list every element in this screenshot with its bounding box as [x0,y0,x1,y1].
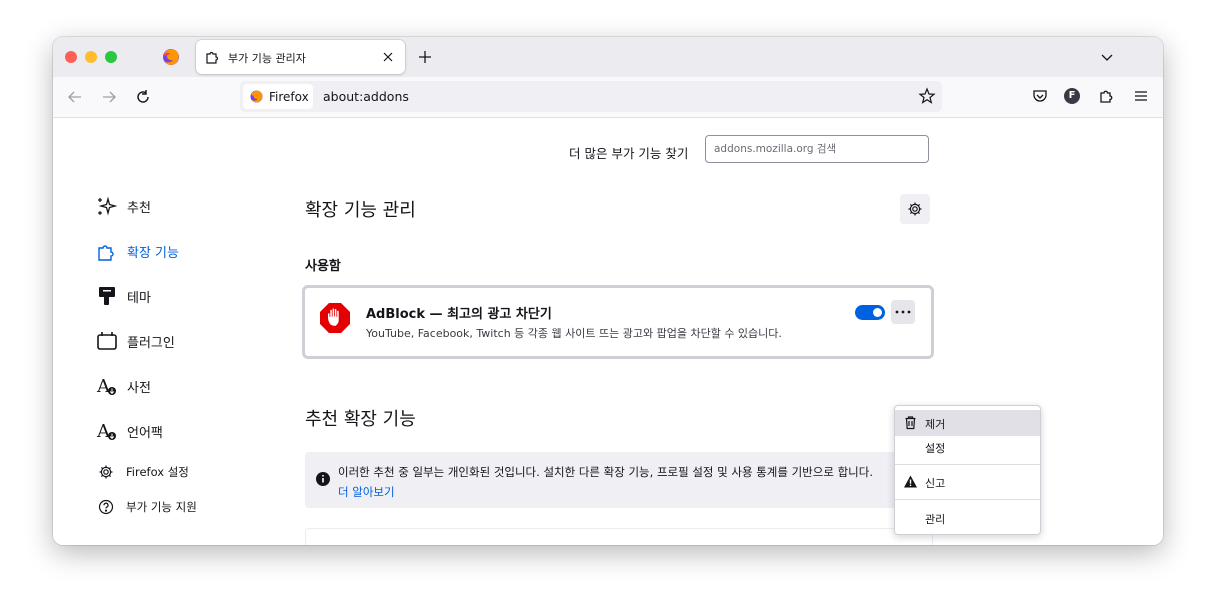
notice-text-block: 이러한 추천 중 일부는 개인화된 것입니다. 설치한 다른 확장 기능, 프로… [338,462,878,502]
svg-text:A: A [96,421,111,442]
plugin-icon [97,332,117,350]
toggle-knob [873,308,882,317]
addon-card[interactable]: AdBlock — 최고의 광고 차단기 YouTube, Facebook, … [302,285,934,359]
ellipsis-icon [895,310,911,314]
identity-box[interactable]: Firefox [243,84,313,109]
sidebar-item-label: Firefox 설정 [126,465,189,479]
firefox-logo-icon [250,90,263,103]
menu-item-label: 신고 [925,477,946,490]
sparkle-icon [98,196,118,216]
adblock-logo-icon [320,303,350,333]
extensions-icon[interactable] [1097,86,1117,106]
sidebar-item-plugins[interactable]: 플러그인 [96,330,175,352]
menu-item-report[interactable]: 신고 [895,469,1040,495]
back-arrow-icon[interactable] [65,87,85,107]
bookmark-star-icon[interactable] [918,87,936,105]
tools-gear-button[interactable] [900,194,930,224]
learn-more-link[interactable]: 더 알아보기 [338,485,395,499]
sidebar-item-label: 확장 기능 [127,245,179,261]
addon-enable-toggle[interactable] [855,305,885,320]
amo-search-input[interactable] [705,135,929,163]
sidebar-item-label: 사전 [127,380,151,396]
menu-item-label: 관리 [925,513,946,526]
menu-separator [895,464,1040,465]
pocket-icon[interactable] [1030,86,1050,106]
menu-separator [895,499,1040,500]
menu-item-label: 설정 [925,442,946,455]
minimize-window-button[interactable] [85,51,97,63]
chevron-down-icon[interactable] [1097,47,1117,67]
sidebar-item-label: 플러그인 [127,335,175,351]
url-text[interactable]: about:addons [323,89,409,104]
menu-item-manage[interactable]: 관리 [895,505,1040,531]
enabled-section-heading: 사용함 [305,259,341,274]
trash-icon [905,416,916,430]
paintbrush-icon [99,287,115,305]
gear-icon [908,202,922,216]
puzzle-icon [98,245,114,261]
gear-icon [99,465,113,479]
menu-item-remove[interactable]: 제거 [895,410,1040,436]
reload-icon[interactable] [133,87,153,107]
firefox-logo-icon[interactable] [161,47,181,67]
tab-title: 부가 기능 관리자 [228,52,306,65]
sidebar-item-label: 언어팩 [127,425,163,441]
navigation-bar: Firefox about:addons F [53,77,1163,118]
addon-description: YouTube, Facebook, Twitch 등 각종 웹 사이트 뜨는 … [366,327,782,340]
addon-name[interactable]: AdBlock — 최고의 광고 차단기 [366,303,552,322]
tab-addons-manager[interactable]: 부가 기능 관리자 [196,40,405,74]
page-title: 확장 기능 관리 [305,200,416,221]
hamburger-menu-icon[interactable] [1131,86,1151,106]
recommendations-list [305,528,933,545]
tab-bar: 부가 기능 관리자 [53,37,1163,77]
new-tab-icon[interactable] [415,47,435,67]
sidebar-item-firefox-settings[interactable]: Firefox 설정 [96,464,189,480]
recommended-heading: 추천 확장 기능 [305,409,416,430]
dictionary-icon: A [96,376,116,397]
url-bar[interactable]: Firefox about:addons [240,81,942,112]
more-options-button[interactable] [891,300,915,324]
sidebar-item-recommendations[interactable]: 추천 [96,195,151,217]
menu-item-settings[interactable]: 설정 [895,434,1040,460]
warning-icon [904,475,917,488]
sidebar-item-themes[interactable]: 테마 [96,285,151,307]
sidebar-item-addons-support[interactable]: 부가 기능 지원 [96,499,197,515]
notice-text: 이러한 추천 중 일부는 개인화된 것입니다. 설치한 다른 확장 기능, 프로… [338,465,873,479]
sidebar-item-label: 추천 [127,200,151,216]
sidebar-item-extensions[interactable]: 확장 기능 [96,240,179,262]
language-pack-icon: A [96,421,116,442]
close-tab-icon[interactable] [379,48,397,66]
svg-text:A: A [96,376,111,397]
close-window-button[interactable] [65,51,77,63]
personalization-notice: 이러한 추천 중 일부는 개인화된 것입니다. 설치한 다른 확장 기능, 프로… [305,452,931,508]
help-icon [98,499,114,515]
sidebar-item-label: 부가 기능 지원 [126,500,197,514]
browser-window: 부가 기능 관리자 Firefox about:addons F 더 많은 부가… [53,37,1163,545]
info-icon [316,472,330,486]
sidebar-item-dictionaries[interactable]: A 사전 [96,375,151,397]
puzzle-icon [206,51,219,64]
zoom-window-button[interactable] [105,51,117,63]
find-more-label: 더 많은 부가 기능 찾기 [569,146,689,161]
addons-page: 더 많은 부가 기능 찾기 추천 확장 기능 테마 [53,118,1163,545]
menu-item-label: 제거 [925,418,946,431]
identity-label: Firefox [269,90,309,104]
account-avatar-icon[interactable]: F [1064,88,1080,104]
forward-arrow-icon[interactable] [99,87,119,107]
sidebar-item-language-packs[interactable]: A 언어팩 [96,420,163,442]
sidebar-item-label: 테마 [127,290,151,306]
addon-options-menu: 제거 설정 신고 관리 [894,405,1041,535]
